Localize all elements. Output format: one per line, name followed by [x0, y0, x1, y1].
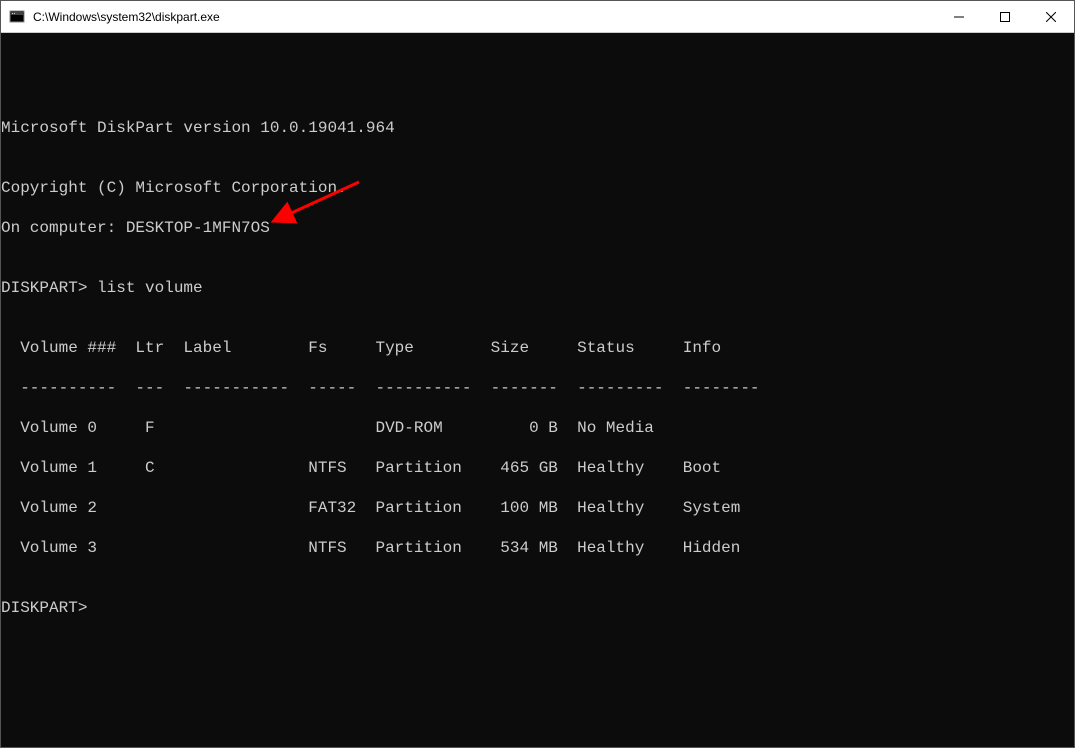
console-line-copyright: Copyright (C) Microsoft Corporation. — [1, 178, 1074, 198]
window-controls — [936, 1, 1074, 32]
console-content: Microsoft DiskPart version 10.0.19041.96… — [1, 78, 1074, 658]
maximize-button[interactable] — [982, 1, 1028, 32]
volume-table-divider: ---------- --- ----------- ----- -------… — [1, 378, 1074, 398]
volume-table-header: Volume ### Ltr Label Fs Type Size Status… — [1, 338, 1074, 358]
app-window: C:\Windows\system32\diskpart.exe Microso… — [0, 0, 1075, 748]
close-button[interactable] — [1028, 1, 1074, 32]
console-prompt: DISKPART> — [1, 598, 1074, 618]
console-line-version: Microsoft DiskPart version 10.0.19041.96… — [1, 118, 1074, 138]
app-icon — [9, 9, 25, 25]
window-title: C:\Windows\system32\diskpart.exe — [33, 10, 220, 24]
console-area[interactable]: Microsoft DiskPart version 10.0.19041.96… — [1, 33, 1074, 747]
minimize-button[interactable] — [936, 1, 982, 32]
volume-row: Volume 0 F DVD-ROM 0 B No Media — [1, 418, 1074, 438]
volume-row: Volume 3 NTFS Partition 534 MB Healthy H… — [1, 538, 1074, 558]
volume-row: Volume 1 C NTFS Partition 465 GB Healthy… — [1, 458, 1074, 478]
console-prompt-command: DISKPART> list volume — [1, 278, 1074, 298]
console-line-computer: On computer: DESKTOP-1MFN7OS — [1, 218, 1074, 238]
volume-row: Volume 2 FAT32 Partition 100 MB Healthy … — [1, 498, 1074, 518]
titlebar[interactable]: C:\Windows\system32\diskpart.exe — [1, 1, 1074, 33]
